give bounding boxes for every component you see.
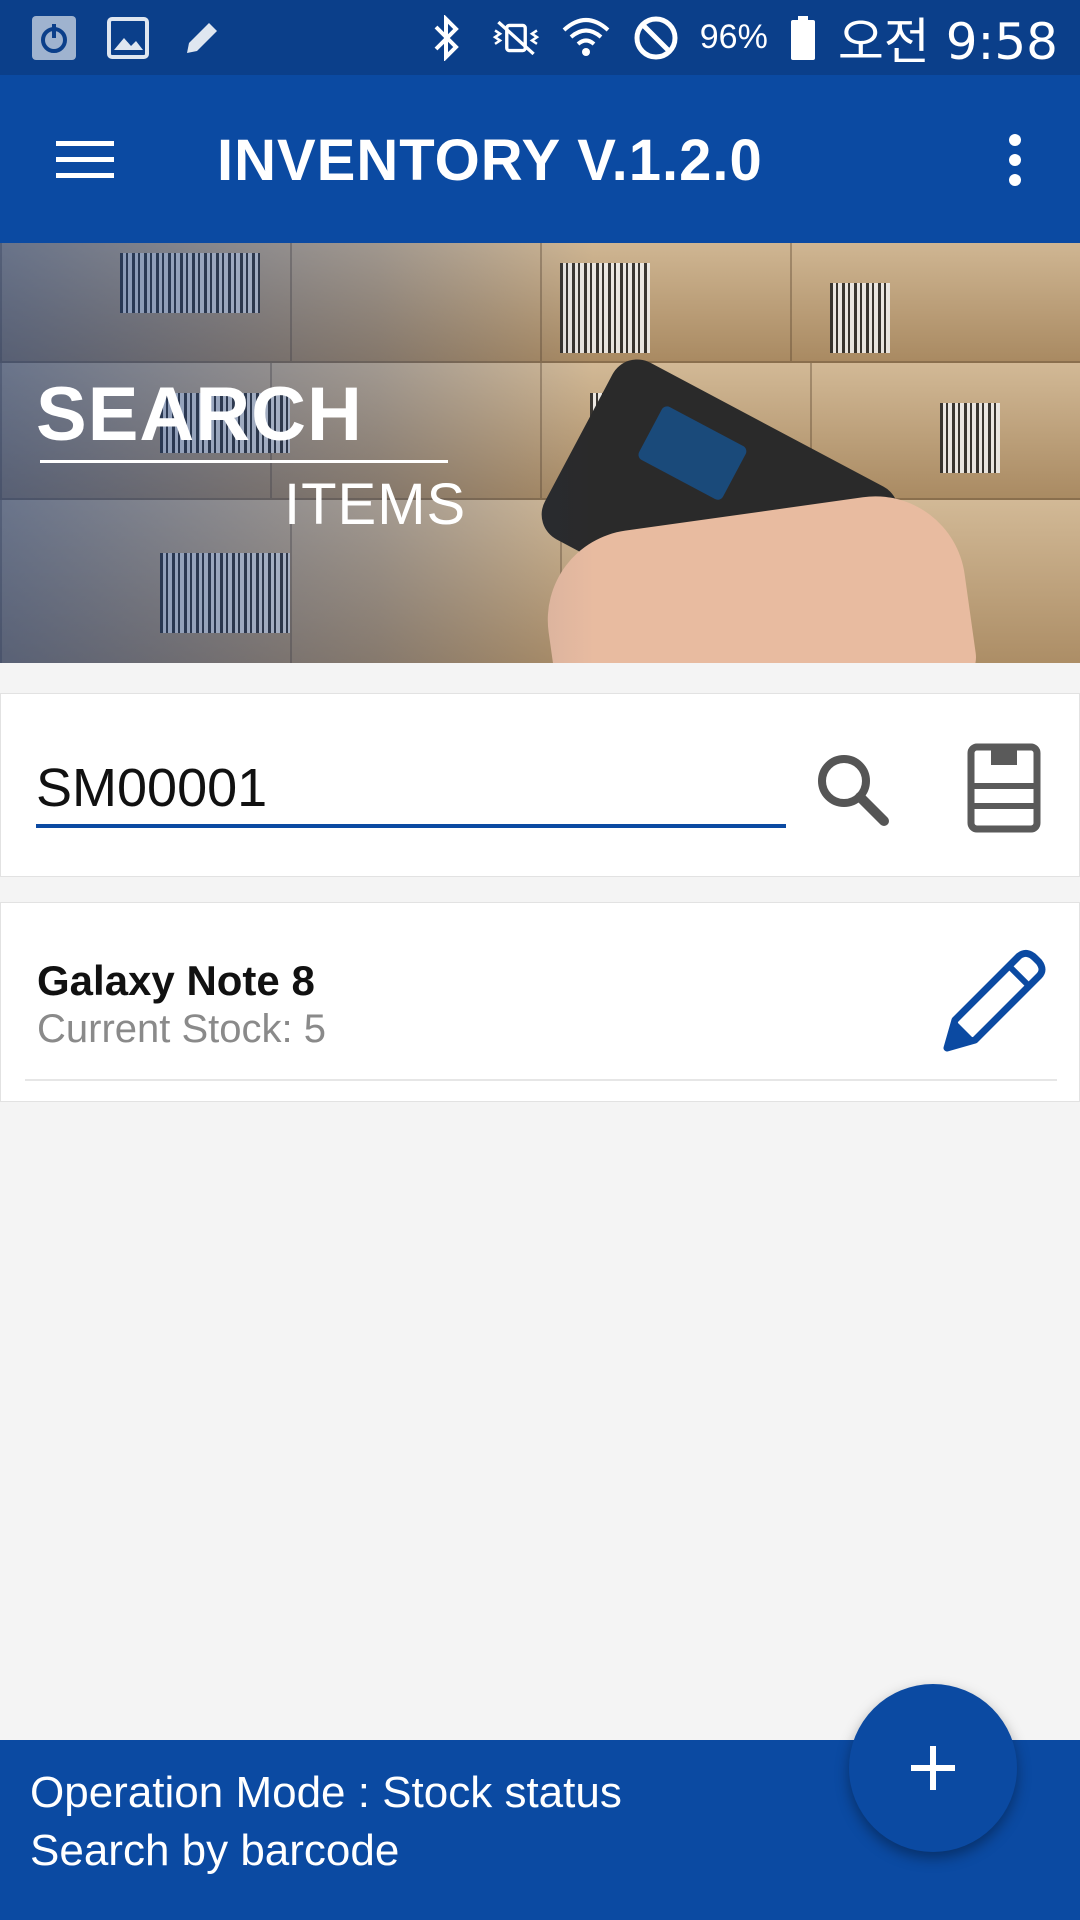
hamburger-menu-icon[interactable] [40,125,130,195]
app-title: INVENTORY V.1.2.0 [217,128,763,193]
battery-percentage: 96% [699,18,768,56]
add-icon [911,1746,955,1790]
item-name: Galaxy Note 8 [37,957,315,1004]
edit-pencil-icon[interactable] [936,943,1052,1059]
image-notification-icon [102,12,154,64]
banner-title: SEARCH [36,372,363,457]
banner-divider [40,460,448,463]
system-status: 96% 오전 9:58 [420,0,1058,75]
barcode-scanner-icon[interactable] [961,738,1047,838]
status-bar: 96% 오전 9:58 [0,0,1080,75]
item-stock: Current Stock: 5 [37,1007,327,1051]
clock: 오전 9:58 [837,12,1058,71]
pencil-notification-icon [176,12,228,64]
list-item[interactable]: Galaxy Note 8 Current Stock: 5 [0,902,1080,1102]
list-divider [25,1079,1057,1081]
notification-icons [28,12,228,64]
barcode-search-input[interactable] [36,752,786,828]
operation-mode-text: Operation Mode : Stock status [30,1768,622,1817]
app-bar: INVENTORY V.1.2.0 [0,75,1080,243]
add-item-fab[interactable] [849,1684,1017,1852]
more-vertical-icon[interactable] [980,120,1050,200]
bluetooth-icon [420,12,472,64]
search-mode-text: Search by barcode [30,1826,400,1875]
wifi-icon [560,12,612,64]
search-card [0,693,1080,877]
power-notification-icon [28,12,80,64]
search-icon[interactable] [807,744,897,834]
banner-subtitle: ITEMS [284,472,467,537]
search-items-banner: SEARCH ITEMS [0,243,1080,663]
vibrate-mute-icon [490,12,542,64]
do-not-disturb-icon [630,12,682,64]
battery-icon [786,12,820,64]
